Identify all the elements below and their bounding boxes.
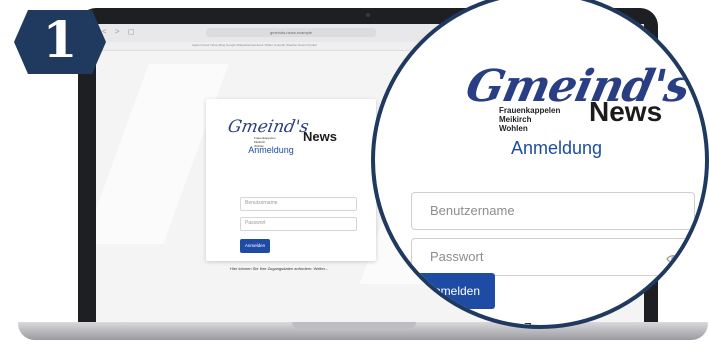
address-bar-url: gmeinds-news.example (269, 30, 313, 35)
eye-icon[interactable] (666, 251, 682, 263)
password-field-small[interactable]: Passwort (240, 217, 357, 231)
laptop-notch (292, 322, 416, 329)
login-title-small: Anmeldung (248, 145, 294, 155)
username-field-small[interactable]: Benutzername (240, 197, 357, 211)
step-number: 1 (42, 10, 78, 69)
logo-news-small: News (303, 129, 337, 144)
stage: < > ◻ gmeinds-news.example Apple iCloud … (0, 0, 709, 356)
logo-subtitle-line: Meikirch (499, 115, 532, 124)
login-button-small[interactable]: Anmelden (240, 239, 270, 253)
login-button[interactable]: Anmelden (411, 273, 495, 309)
browser-nav-icons[interactable]: < > ◻ (102, 27, 137, 36)
request-credentials-text-small[interactable]: Hier können Sie Ihre Zugangsdaten anford… (230, 266, 328, 271)
password-placeholder: Passwort (430, 249, 484, 264)
password-field[interactable]: Passwort (411, 238, 695, 276)
username-placeholder: Benutzername (430, 203, 515, 218)
logo-subtitle: Frauenkappelen Meikirch Wohlen (499, 106, 560, 133)
logo-news: News (589, 96, 663, 127)
login-title: Anmeldung (511, 138, 603, 158)
logo-subtitle-line: Frauenkappelen (499, 106, 561, 115)
address-bar[interactable]: gmeinds-news.example (206, 28, 376, 37)
logo-script-small: Gmeind's (226, 117, 311, 137)
username-placeholder-small: Benutzername (245, 200, 278, 206)
logo-subtitle-line: Wohlen (499, 124, 528, 133)
webcam (366, 13, 370, 17)
step-badge: 1 (14, 6, 106, 78)
magnifier-circle: Gmeind's Frauenkappelen Meikirch Wohlen … (371, 0, 709, 329)
login-card-small: Gmeind's News Frauenkappelen Meikirch Wo… (206, 99, 376, 261)
password-placeholder-small: Passwort (245, 220, 266, 226)
username-field[interactable]: Benutzername (411, 192, 695, 230)
bookmarks-list[interactable]: Apple iCloud Yahoo Bing Google Wikipedia… (192, 43, 317, 47)
